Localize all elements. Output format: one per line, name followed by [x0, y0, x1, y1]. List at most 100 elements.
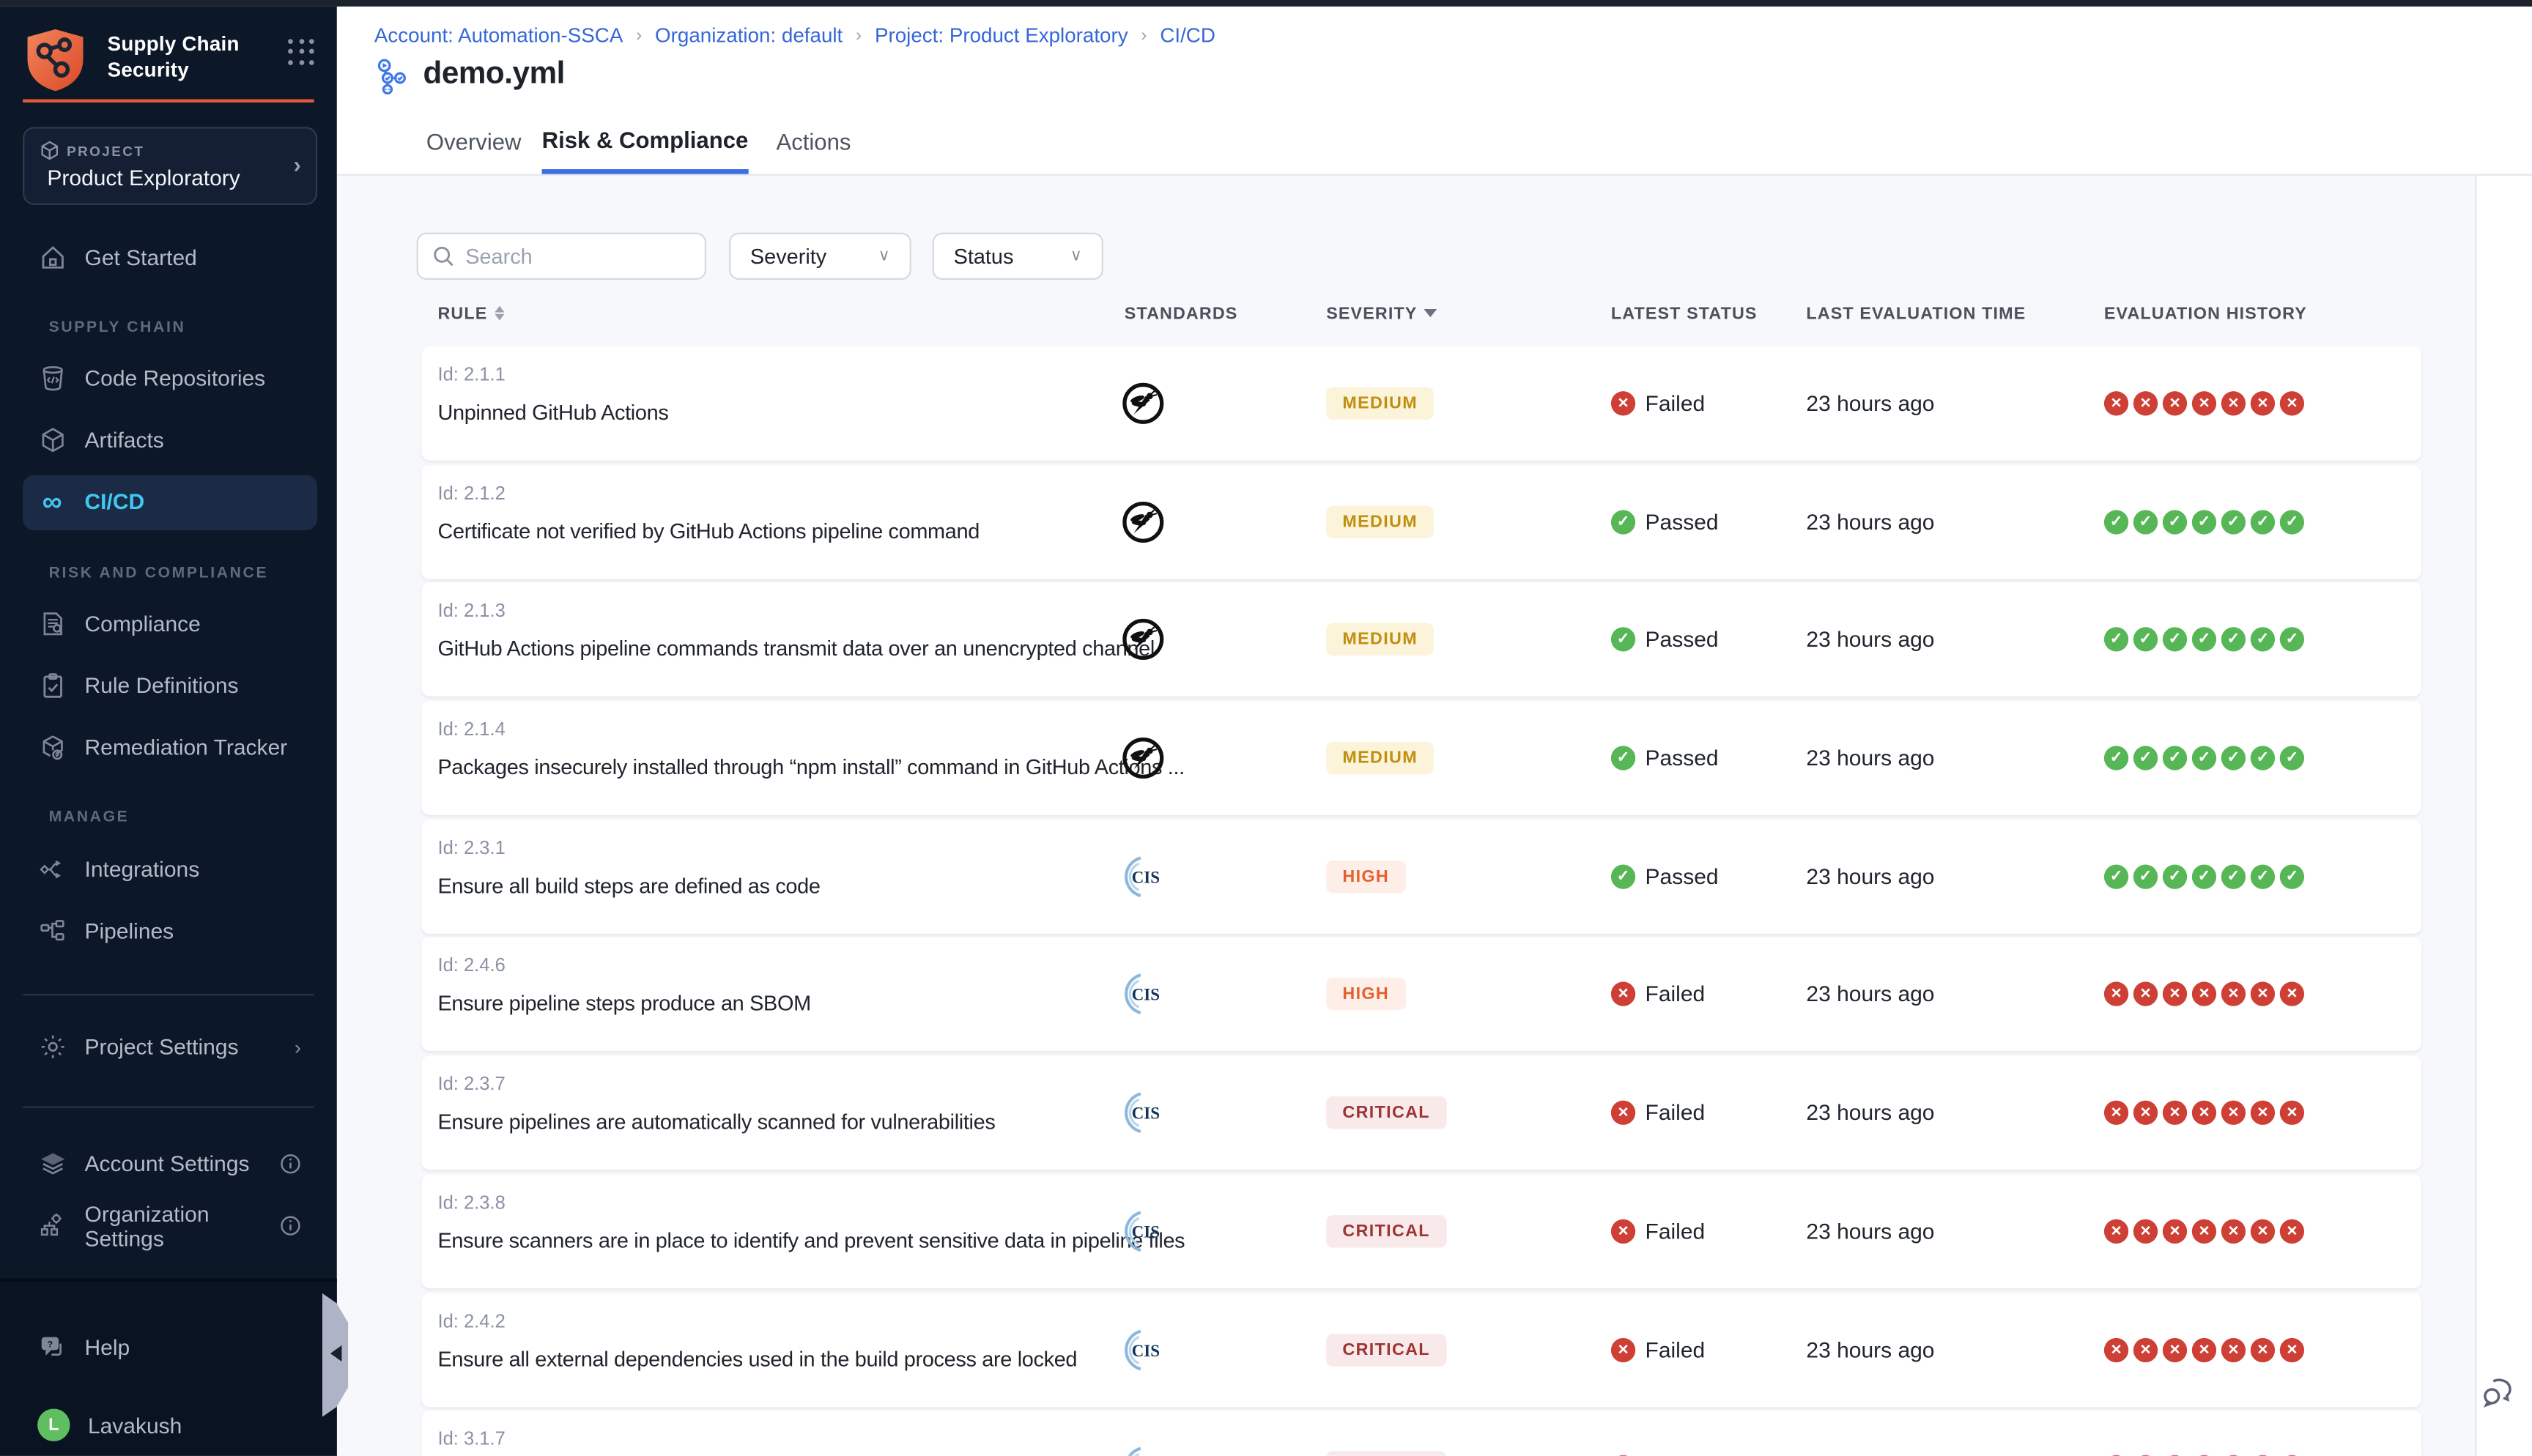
table-header-row: RULE STANDARDS SEVERITY LATEST STATUS LA…: [421, 303, 2439, 335]
column-header-last-evaluation-time[interactable]: LAST EVALUATION TIME: [1806, 303, 2026, 323]
rule-id: Id: 2.3.1: [437, 839, 505, 859]
app-logo-row: Supply Chain Security: [23, 25, 316, 93]
rule-name: GitHub Actions pipeline commands transmi…: [437, 636, 1154, 661]
rule-row[interactable]: Id: 2.3.8 Ensure scanners are in place t…: [421, 1174, 2421, 1288]
search-input[interactable]: [465, 244, 677, 268]
status-icon: [1611, 864, 1635, 888]
chat-support-icon[interactable]: [2480, 1375, 2516, 1411]
search-icon: [433, 245, 454, 267]
sidebar-item-account-settings[interactable]: Account Settings: [23, 1136, 317, 1192]
column-header-severity[interactable]: SEVERITY: [1326, 303, 1437, 323]
sidebar-item-organization-settings[interactable]: Organization Settings: [23, 1198, 317, 1254]
remediation-tracker-icon: [37, 733, 67, 762]
sidebar-item-help[interactable]: ? Help: [23, 1319, 317, 1375]
sidebar-item-project-settings[interactable]: Project Settings ›: [23, 1019, 317, 1075]
status-filter-dropdown[interactable]: Status ∨: [933, 233, 1103, 280]
standards-icon-wrap: CIS: [1121, 382, 1165, 426]
app-title: Supply Chain Security: [108, 30, 240, 82]
tab-risk-and-compliance[interactable]: Risk & Compliance: [542, 109, 749, 174]
severity-filter-dropdown[interactable]: Severity ∨: [729, 233, 911, 280]
breadcrumb-project-link[interactable]: Project: Product Exploratory: [875, 23, 1128, 46]
sidebar-item-code-repositories[interactable]: Code Repositories: [23, 351, 317, 406]
rule-row[interactable]: Id: 2.4.6 Ensure pipeline steps produce …: [421, 937, 2421, 1051]
sidebar-item-remediation-tracker[interactable]: Remediation Tracker: [23, 720, 317, 776]
organization-settings-icon: [37, 1211, 67, 1241]
module-grid-icon[interactable]: [288, 38, 316, 66]
severity-badge: MEDIUM: [1326, 505, 1434, 538]
severity-badge: MEDIUM: [1326, 624, 1434, 656]
sidebar-item-pipelines[interactable]: Pipelines: [23, 904, 317, 959]
sidebar-item-rule-definitions[interactable]: Rule Definitions: [23, 658, 317, 713]
tab-overview[interactable]: Overview: [426, 109, 522, 174]
pipelines-icon: [37, 917, 67, 946]
status-label: Passed: [1646, 628, 1719, 652]
tab-bar: Overview Risk & Compliance Actions: [337, 109, 2532, 175]
project-selector[interactable]: PROJECT Product Exploratory ›: [23, 126, 317, 204]
info-icon[interactable]: [280, 1215, 301, 1236]
history-failed-icon: [2221, 391, 2246, 415]
history-failed-icon: [2251, 1219, 2275, 1243]
rule-row[interactable]: Id: 2.1.3 GitHub Actions pipeline comman…: [421, 583, 2421, 697]
page-title: demo.yml: [423, 57, 564, 93]
cis-icon: CIS: [1121, 1091, 1165, 1135]
severity-badge: CRITICAL: [1326, 1452, 1446, 1456]
chevron-down-icon: ∨: [1070, 248, 1082, 265]
sort-desc-icon: [1424, 309, 1437, 317]
history-passed-icon: [2251, 746, 2275, 770]
rule-name: Ensure scanners are in place to identify…: [437, 1228, 1185, 1252]
integrations-icon: [37, 855, 67, 884]
sidebar-item-integrations[interactable]: Integrations: [23, 842, 317, 897]
sidebar-item-artifacts[interactable]: Artifacts: [23, 412, 317, 468]
breadcrumb-organization-link[interactable]: Organization: default: [655, 23, 843, 46]
rule-id: Id: 2.1.3: [437, 603, 505, 623]
svg-text:CIS: CIS: [1132, 1222, 1160, 1241]
sidebar-item-label: Rule Definitions: [84, 674, 238, 698]
rule-name: Ensure all build steps are defined as co…: [437, 873, 820, 897]
evaluation-time: 23 hours ago: [1806, 746, 1934, 770]
history-failed-icon: [2192, 1337, 2216, 1362]
rule-row[interactable]: Id: 2.1.1 Unpinned GitHub Actions CIS ME…: [421, 346, 2421, 460]
sidebar-item-label: Compliance: [84, 612, 200, 636]
rule-row[interactable]: Id: 2.1.4 Packages insecurely installed …: [421, 701, 2421, 814]
rule-row[interactable]: Id: 2.3.7 Ensure pipelines are automatic…: [421, 1056, 2421, 1170]
evaluation-time: 23 hours ago: [1806, 864, 1934, 888]
tab-actions[interactable]: Actions: [776, 109, 851, 174]
history-failed-icon: [2221, 1337, 2246, 1362]
latest-status: Failed: [1611, 982, 1705, 1006]
rule-name: Ensure pipeline steps produce an SBOM: [437, 992, 810, 1016]
sidebar-item-get-started[interactable]: Get Started: [23, 230, 317, 286]
rule-row[interactable]: Id: 2.1.2 Certificate not verified by Gi…: [421, 465, 2421, 579]
history-failed-icon: [2251, 1101, 2275, 1125]
history-failed-icon: [2221, 1219, 2246, 1243]
rule-row[interactable]: Id: 2.4.2 Ensure all external dependenci…: [421, 1293, 2421, 1406]
history-passed-icon: [2221, 628, 2246, 652]
rule-row[interactable]: Id: 3.1.7 CIS CRITICAL Failed 23 hours a…: [421, 1411, 2421, 1456]
info-icon[interactable]: [280, 1154, 301, 1175]
history-icons: [2104, 391, 2304, 415]
latest-status: Failed: [1611, 1101, 1705, 1125]
supply-chain-security-logo-icon: [24, 27, 86, 92]
severity-badge: CRITICAL: [1326, 1333, 1446, 1365]
breadcrumb-account-link[interactable]: Account: Automation-SSCA: [374, 23, 623, 46]
history-failed-icon: [2251, 1337, 2275, 1362]
breadcrumb-cicd-link[interactable]: CI/CD: [1160, 23, 1215, 46]
sidebar-item-label: Artifacts: [84, 428, 163, 452]
history-failed-icon: [2133, 1337, 2158, 1362]
sidebar-section-supply-chain: SUPPLY CHAIN: [49, 318, 186, 335]
history-failed-icon: [2280, 1219, 2304, 1243]
rule-name: Ensure pipelines are automatically scann…: [437, 1110, 995, 1134]
column-header-latest-status[interactable]: LATEST STATUS: [1611, 303, 1758, 323]
history-failed-icon: [2192, 1101, 2216, 1125]
sidebar-divider: [23, 993, 314, 995]
rule-row[interactable]: Id: 2.3.1 Ensure all build steps are def…: [421, 820, 2421, 933]
sidebar-item-cicd[interactable]: ∞ CI/CD: [23, 474, 317, 530]
rule-id: Id: 2.1.4: [437, 721, 505, 740]
owasp-icon: [1121, 382, 1165, 426]
sidebar-user-menu[interactable]: L Lavakush: [23, 1397, 317, 1453]
sidebar-item-compliance[interactable]: Compliance: [23, 596, 317, 652]
column-header-rule[interactable]: RULE: [437, 303, 503, 323]
cis-icon: CIS: [1121, 973, 1165, 1017]
rule-id: Id: 2.4.6: [437, 957, 505, 977]
column-header-standards[interactable]: STANDARDS: [1125, 303, 1238, 323]
column-header-evaluation-history[interactable]: EVALUATION HISTORY: [2104, 303, 2307, 323]
